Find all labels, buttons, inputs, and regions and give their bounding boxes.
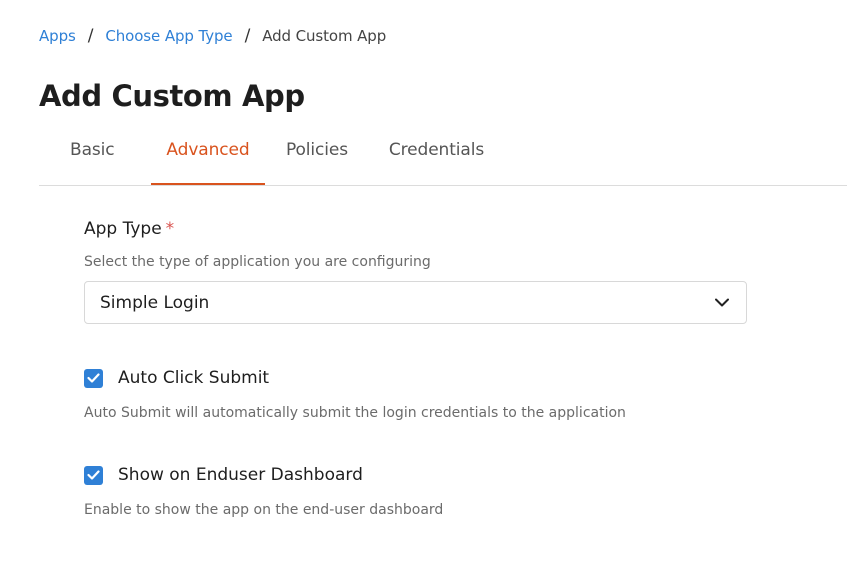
breadcrumb: Apps / Choose App Type / Add Custom App — [39, 26, 386, 46]
add-custom-app-page: Apps / Choose App Type / Add Custom App … — [0, 0, 847, 563]
breadcrumb-separator: / — [87, 26, 94, 46]
page-title: Add Custom App — [39, 79, 305, 113]
auto-click-submit-checkbox[interactable] — [84, 368, 103, 388]
tab-advanced[interactable]: Advanced — [151, 134, 265, 185]
show-on-dashboard-checkbox[interactable] — [84, 465, 103, 485]
tab-credentials[interactable]: Credentials — [379, 134, 494, 185]
app-type-select[interactable]: Simple Login — [84, 281, 747, 324]
auto-click-submit-help-text: Auto Submit will automatically submit th… — [84, 405, 626, 421]
tab-bar: Basic Advanced Policies Credentials — [39, 134, 847, 186]
tab-policies[interactable]: Policies — [277, 134, 357, 185]
breadcrumb-separator: / — [244, 26, 251, 46]
checkmark-icon — [87, 470, 100, 480]
breadcrumb-current: Add Custom App — [262, 27, 387, 45]
app-type-help-text: Select the type of application you are c… — [84, 254, 431, 270]
auto-click-submit-option: Auto Click Submit — [84, 368, 269, 388]
show-on-dashboard-help-text: Enable to show the app on the end-user d… — [84, 502, 444, 518]
show-on-dashboard-label[interactable]: Show on Enduser Dashboard — [118, 465, 363, 485]
chevron-down-icon — [714, 295, 730, 311]
show-on-dashboard-option: Show on Enduser Dashboard — [84, 465, 363, 485]
tab-basic[interactable]: Basic — [52, 134, 132, 185]
breadcrumb-link-choose-app-type[interactable]: Choose App Type — [105, 27, 232, 45]
auto-click-submit-label[interactable]: Auto Click Submit — [118, 368, 269, 388]
app-type-label: App Type * — [84, 219, 174, 239]
required-marker: * — [165, 219, 175, 239]
app-type-label-text: App Type — [84, 219, 162, 239]
checkmark-icon — [87, 373, 100, 383]
app-type-selected-value: Simple Login — [100, 292, 210, 313]
breadcrumb-link-apps[interactable]: Apps — [39, 27, 76, 45]
